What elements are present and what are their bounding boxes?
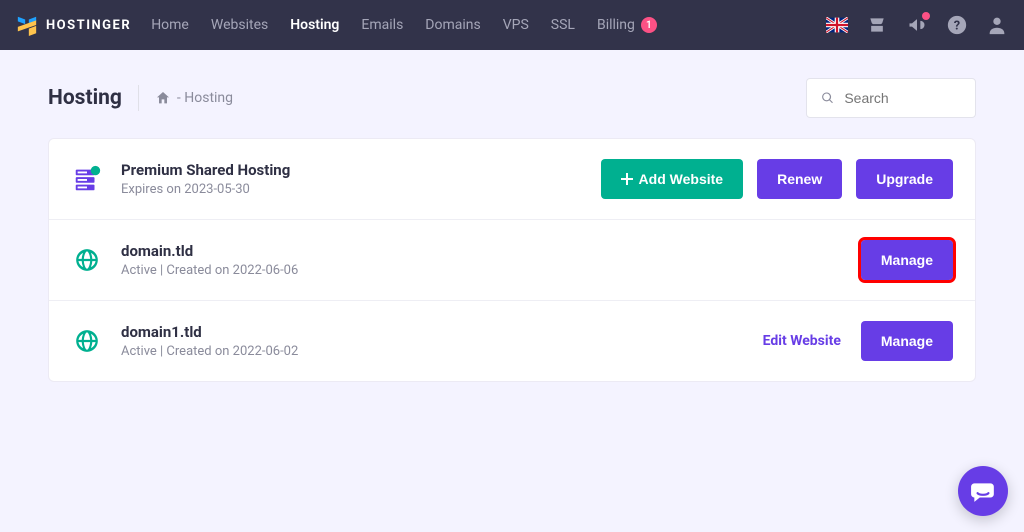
announcements-icon[interactable] [906, 14, 928, 36]
domain-actions: Manage [861, 240, 953, 280]
domain-name: domain1.tld [121, 323, 298, 341]
nav-item-hosting[interactable]: Hosting [290, 17, 339, 33]
plan-row: Premium Shared Hosting Expires on 2023-0… [49, 139, 975, 220]
nav-item-domains[interactable]: Domains [425, 17, 480, 33]
account-icon[interactable] [986, 14, 1008, 36]
domain-row: domain1.tld Active | Created on 2022-06-… [49, 301, 975, 381]
nav-billing-label: Billing [597, 17, 635, 33]
page-body: Hosting - Hosting [0, 50, 1024, 382]
edit-website-link[interactable]: Edit Website [763, 333, 847, 349]
renew-button[interactable]: Renew [757, 159, 842, 199]
plan-actions: Add Website Renew Upgrade [601, 159, 953, 199]
search-box[interactable] [806, 78, 976, 118]
domain-text: domain1.tld Active | Created on 2022-06-… [121, 323, 298, 359]
plan-subtitle: Expires on 2023-05-30 [121, 182, 290, 197]
search-input[interactable] [844, 90, 961, 106]
breadcrumb-text: - Hosting [177, 90, 233, 106]
domain-actions: Edit Website Manage [763, 321, 953, 361]
chat-button[interactable] [958, 466, 1008, 516]
domain-text: domain.tld Active | Created on 2022-06-0… [121, 242, 298, 278]
nav-item-vps[interactable]: VPS [503, 17, 529, 33]
plan-title: Premium Shared Hosting [121, 161, 290, 179]
svg-text:?: ? [954, 19, 960, 34]
nav-item-websites[interactable]: Websites [211, 17, 268, 33]
brand-logo[interactable]: HOSTINGER [16, 14, 131, 36]
domain-status: Active | Created on 2022-06-06 [121, 263, 298, 278]
language-flag-icon[interactable] [826, 14, 848, 36]
page-header: Hosting - Hosting [48, 78, 976, 118]
nav-right: ? [826, 14, 1008, 36]
page-title: Hosting [48, 86, 122, 110]
divider [138, 85, 139, 111]
logo-mark-icon [16, 14, 38, 36]
home-icon [155, 90, 171, 106]
breadcrumb[interactable]: - Hosting [155, 90, 233, 106]
top-nav: HOSTINGER Home Websites Hosting Emails D… [0, 0, 1024, 50]
notification-dot-icon [922, 12, 930, 20]
plan-text: Premium Shared Hosting Expires on 2023-0… [121, 161, 290, 197]
domain-status: Active | Created on 2022-06-02 [121, 344, 298, 359]
nav-item-ssl[interactable]: SSL [551, 17, 575, 33]
help-icon[interactable]: ? [946, 14, 968, 36]
search-icon [821, 90, 834, 106]
manage-button[interactable]: Manage [861, 321, 953, 361]
manage-button[interactable]: Manage [861, 240, 953, 280]
plus-icon [621, 173, 633, 185]
globe-icon [71, 325, 103, 357]
brand-name: HOSTINGER [46, 18, 131, 33]
nav-items: Home Websites Hosting Emails Domains VPS… [151, 17, 657, 33]
chat-icon [970, 478, 996, 504]
nav-item-billing[interactable]: Billing 1 [597, 17, 657, 33]
domain-name: domain.tld [121, 242, 298, 260]
billing-badge: 1 [641, 17, 657, 33]
hosting-card: Premium Shared Hosting Expires on 2023-0… [48, 138, 976, 382]
nav-item-home[interactable]: Home [151, 17, 189, 33]
domain-row: domain.tld Active | Created on 2022-06-0… [49, 220, 975, 301]
add-website-label: Add Website [639, 171, 724, 187]
store-icon[interactable] [866, 14, 888, 36]
server-icon [71, 163, 103, 195]
globe-icon [71, 244, 103, 276]
add-website-button[interactable]: Add Website [601, 159, 744, 199]
nav-item-emails[interactable]: Emails [361, 17, 403, 33]
upgrade-button[interactable]: Upgrade [856, 159, 953, 199]
